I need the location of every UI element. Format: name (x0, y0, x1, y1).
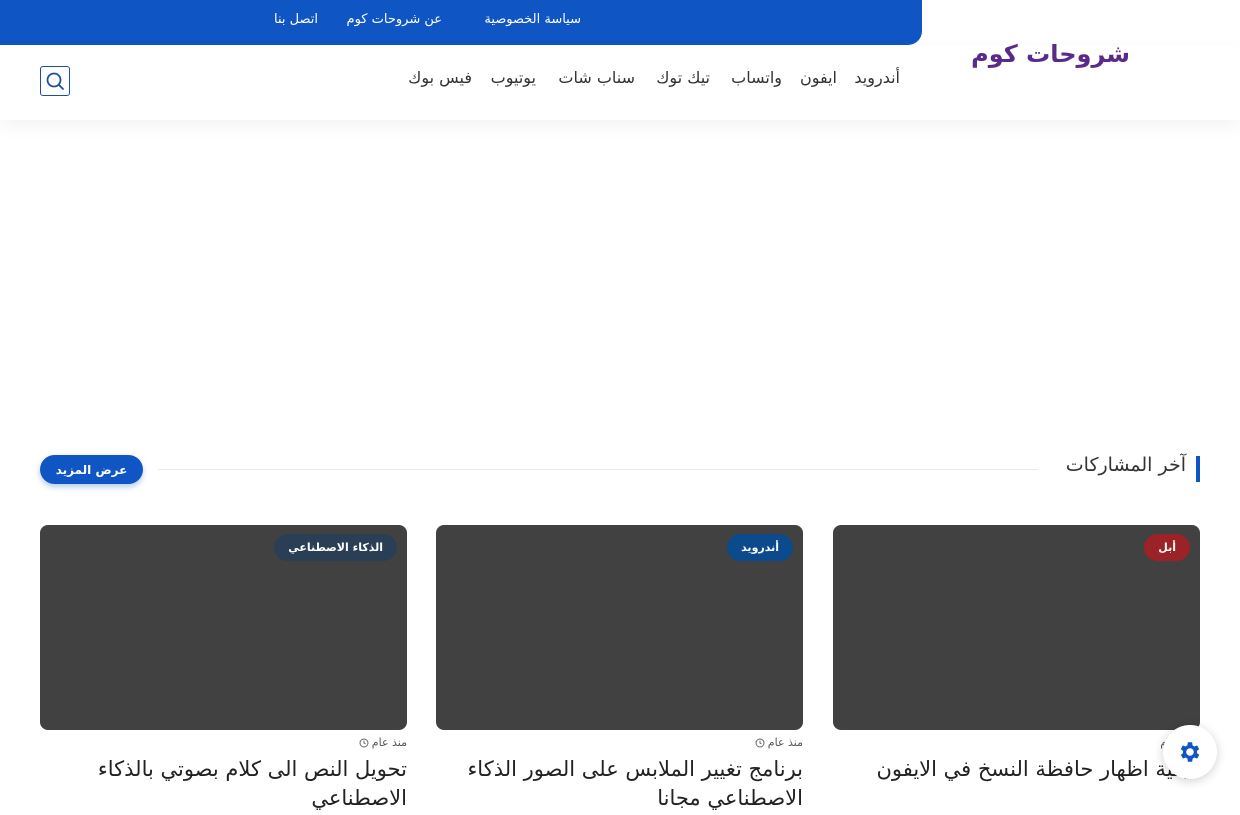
topbar-link-privacy[interactable]: سياسة الخصوصية (484, 12, 581, 27)
post-title[interactable]: تحويل النص الى كلام بصوتي بالذكاء الاصطن… (40, 755, 407, 813)
nav-item-facebook[interactable]: فيس بوك (408, 68, 472, 87)
post-meta: منذ عام (755, 736, 803, 749)
post-title[interactable]: برنامج تغيير الملابس على الصور الذكاء ال… (436, 755, 803, 813)
section-title-accent (1196, 456, 1200, 482)
post-meta: منذ عام (359, 736, 407, 749)
post-card[interactable]: أبل 6 أيام كيفية اظهار حافظة النسخ في ال… (833, 525, 1200, 815)
category-badge[interactable]: أبل (1144, 534, 1190, 561)
nav-item-android[interactable]: أندرويد (854, 68, 900, 87)
clock-icon (359, 738, 369, 747)
post-title[interactable]: كيفية اظهار حافظة النسخ في الايفون (833, 755, 1200, 784)
clock-icon (755, 738, 765, 747)
post-time: منذ عام (767, 736, 803, 749)
nav-item-tiktok[interactable]: تيك توك (656, 68, 710, 87)
nav-item-whatsapp[interactable]: واتساب (731, 68, 782, 87)
post-card[interactable]: أندرويد منذ عام برنامج تغيير الملابس على… (436, 525, 803, 815)
post-time: منذ عام (371, 736, 407, 749)
search-icon (46, 72, 64, 90)
top-bar: سياسة الخصوصية عن شروحات كوم اتصل بنا (0, 0, 922, 45)
topbar-link-about[interactable]: عن شروحات كوم (347, 12, 442, 27)
category-badge[interactable]: أندرويد (727, 534, 793, 561)
post-card[interactable]: الذكاء الاصطناعي منذ عام تحويل النص الى … (40, 525, 407, 815)
post-thumbnail[interactable] (833, 525, 1200, 730)
section-divider (158, 469, 1038, 470)
view-more-button[interactable]: عرض المزيد (40, 455, 143, 484)
search-button[interactable] (40, 66, 70, 96)
nav-item-snapchat[interactable]: سناب شات (558, 68, 635, 87)
section-title: آخر المشاركات (1065, 454, 1186, 476)
site-logo[interactable]: شروحات كوم (971, 40, 1130, 68)
gear-icon (1180, 742, 1200, 762)
settings-button[interactable] (1163, 725, 1217, 779)
nav-item-iphone[interactable]: ايفون (800, 68, 837, 87)
latest-posts-header: آخر المشاركات عرض المزيد (40, 452, 1200, 488)
topbar-link-contact[interactable]: اتصل بنا (274, 12, 318, 27)
category-badge[interactable]: الذكاء الاصطناعي (274, 534, 397, 561)
nav-item-youtube[interactable]: يوتيوب (491, 68, 536, 87)
